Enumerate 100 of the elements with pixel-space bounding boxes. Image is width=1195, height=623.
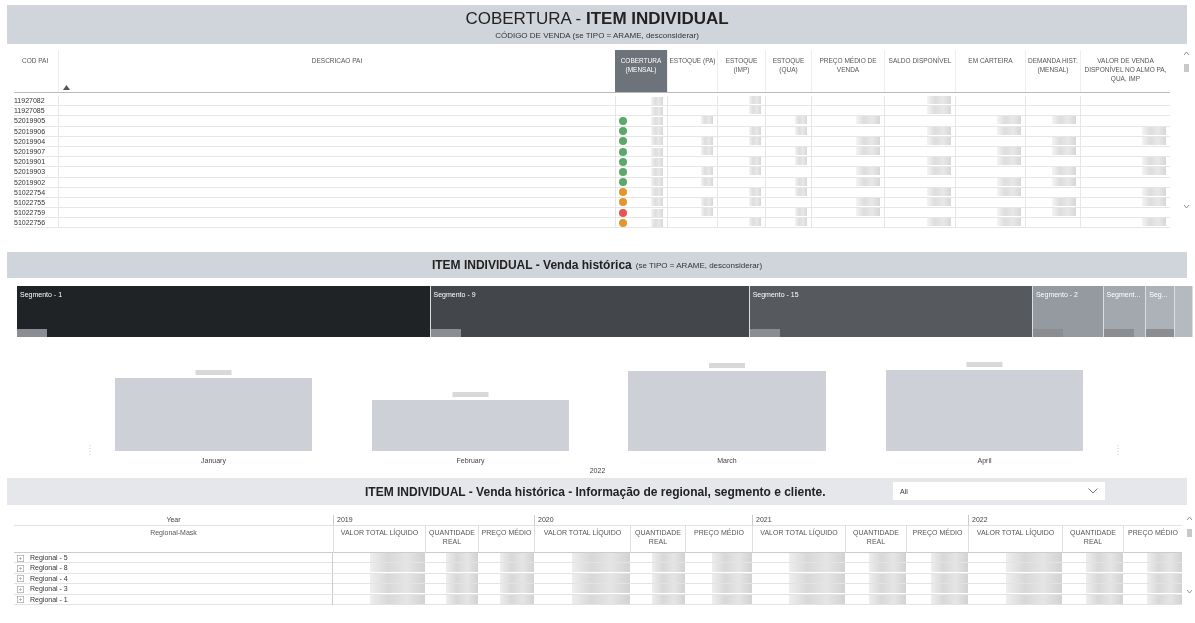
sort-ascending-icon[interactable] xyxy=(63,85,70,90)
blurred-value xyxy=(369,553,425,562)
blurred-value xyxy=(927,197,951,206)
expand-icon[interactable] xyxy=(17,564,24,572)
treemap-tile[interactable] xyxy=(1175,286,1193,337)
blurred-value xyxy=(749,136,761,145)
blurred-value xyxy=(749,167,761,176)
blurred-value xyxy=(651,167,663,176)
blurred-value xyxy=(430,329,461,337)
blurred-value xyxy=(869,594,906,604)
blurred-value xyxy=(1005,553,1062,562)
blurred-value xyxy=(997,116,1021,125)
blurred-value xyxy=(1052,197,1076,206)
blurred-value xyxy=(869,553,906,562)
blurred-value xyxy=(749,329,780,337)
blurred-value xyxy=(651,147,663,156)
blurred-value xyxy=(446,594,478,604)
blurred-value xyxy=(651,96,663,105)
blurred-value xyxy=(789,563,845,573)
blurred-value xyxy=(651,127,663,136)
blurred-value xyxy=(1086,584,1123,594)
blurred-value xyxy=(795,116,807,125)
expand-icon[interactable] xyxy=(17,554,24,562)
blurred-value xyxy=(572,584,630,594)
blurred-value xyxy=(701,167,713,176)
blurred-value xyxy=(997,126,1021,135)
blurred-value xyxy=(1052,177,1076,186)
blurred-value xyxy=(572,563,630,573)
blurred-value xyxy=(711,594,752,604)
blurred-value xyxy=(749,187,761,196)
blurred-value xyxy=(927,136,951,145)
blurred-value xyxy=(856,167,880,176)
blurred-value xyxy=(1005,573,1062,583)
blurred-value xyxy=(1103,329,1134,337)
blurred-value xyxy=(869,584,906,594)
blurred-value xyxy=(856,136,880,145)
blurred-value xyxy=(795,187,807,196)
panel-title: COBERTURA - ITEM INDIVIDUAL xyxy=(464,9,730,29)
blurred-value xyxy=(711,573,752,583)
blurred-value xyxy=(1086,553,1123,562)
blurred-value xyxy=(651,188,663,197)
blurred-value xyxy=(1142,218,1166,227)
blurred-value xyxy=(195,370,232,375)
blurred-value xyxy=(1142,197,1166,206)
scrollbar[interactable] xyxy=(1183,50,1190,210)
blurred-value xyxy=(446,563,478,573)
blurred-value xyxy=(17,329,47,337)
blurred-value xyxy=(1032,329,1063,337)
blurred-value xyxy=(1052,208,1076,217)
scrollbar[interactable] xyxy=(1186,515,1193,595)
blurred-value xyxy=(927,126,951,135)
expand-icon[interactable] xyxy=(17,585,24,593)
blurred-value xyxy=(795,126,807,135)
blurred-value xyxy=(966,362,1003,367)
blurred-value xyxy=(651,106,663,115)
blurred-value xyxy=(1146,563,1182,573)
blurred-value xyxy=(1146,594,1182,604)
blurred-value xyxy=(795,157,807,166)
panel-note: (se TIPO = ARAME, desconsiderar) xyxy=(635,260,763,270)
blurred-value xyxy=(997,208,1021,217)
blurred-value xyxy=(1086,573,1123,583)
blurred-value xyxy=(651,218,663,227)
blurred-value xyxy=(927,218,951,227)
blurred-value xyxy=(1086,563,1123,573)
blurred-value xyxy=(1142,157,1166,166)
blurred-value xyxy=(869,563,906,573)
panel-title: ITEM INDIVIDUAL - Venda histórica xyxy=(431,258,632,272)
expand-icon[interactable] xyxy=(17,575,24,583)
blurred-value xyxy=(651,116,663,125)
blurred-value xyxy=(1142,167,1166,176)
blurred-value xyxy=(789,573,845,583)
blurred-value xyxy=(572,573,630,583)
blurred-value xyxy=(997,146,1021,155)
blurred-value xyxy=(446,553,478,562)
blurred-value xyxy=(795,208,807,217)
blurred-value xyxy=(1142,126,1166,135)
blurred-value xyxy=(651,208,663,217)
blurred-value xyxy=(452,392,489,397)
blurred-value xyxy=(1086,594,1123,604)
chevron-down-icon[interactable] xyxy=(1088,488,1098,494)
blurred-value xyxy=(749,126,761,135)
blurred-value xyxy=(1052,116,1076,125)
blurred-value xyxy=(500,573,534,583)
blurred-value xyxy=(789,584,845,594)
blurred-value xyxy=(1052,167,1076,176)
blurred-value xyxy=(446,573,478,583)
blurred-value xyxy=(711,584,752,594)
blurred-value xyxy=(789,594,845,604)
expand-icon[interactable] xyxy=(17,596,24,604)
blurred-value xyxy=(749,218,761,227)
blurred-value xyxy=(1005,594,1062,604)
blurred-value xyxy=(701,136,713,145)
blurred-value xyxy=(927,157,951,166)
blurred-value xyxy=(651,157,663,166)
blurred-value xyxy=(927,167,951,176)
blurred-value xyxy=(500,584,534,594)
blurred-value xyxy=(1005,584,1062,594)
blurred-value xyxy=(369,594,425,604)
blurred-value xyxy=(652,573,685,583)
blurred-value xyxy=(795,177,807,186)
